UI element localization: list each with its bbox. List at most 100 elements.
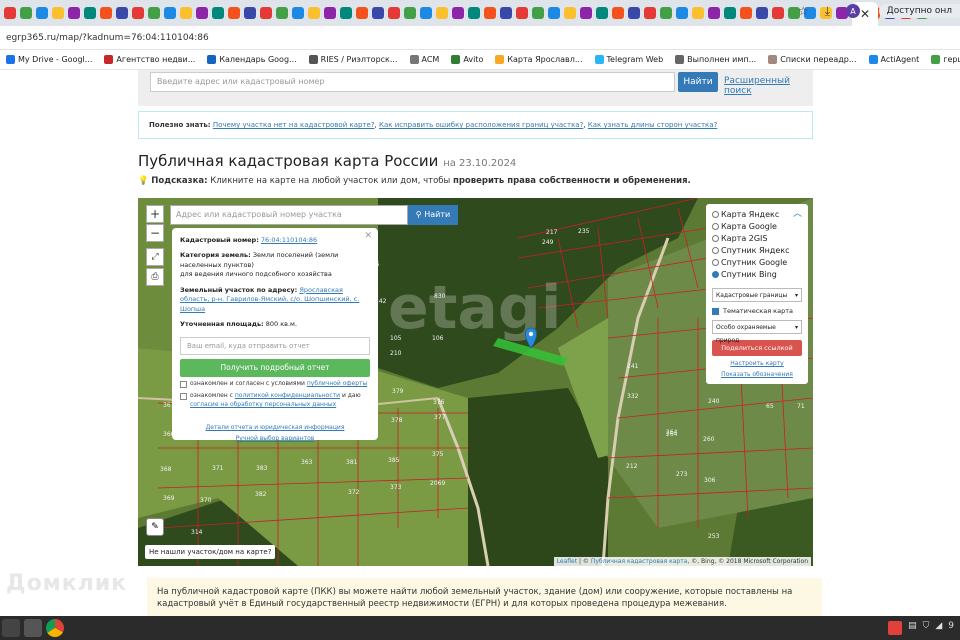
tab-favicon-icon[interactable] xyxy=(100,7,112,19)
bookmark-item[interactable]: Выполнен имп... xyxy=(675,55,756,64)
app-menu-icon[interactable] xyxy=(2,619,20,637)
bookmark-item[interactable]: Avito xyxy=(451,55,483,64)
bookmark-item[interactable]: Календарь Goog... xyxy=(207,55,297,64)
available-offline-button[interactable]: Доступно онл xyxy=(878,4,960,18)
profile-avatar[interactable]: A xyxy=(846,4,860,18)
shield-icon[interactable]: ⛉ xyxy=(923,621,930,635)
report-details-link[interactable]: Детали отчета и юридическая информация xyxy=(206,424,345,431)
configure-map-link[interactable]: Настроить карту xyxy=(712,360,802,367)
tab-favicon-icon[interactable] xyxy=(228,7,240,19)
tab-favicon-icon[interactable] xyxy=(628,7,640,19)
map-find-button[interactable]: ⚲ Найти xyxy=(408,205,458,225)
tab-favicon-icon[interactable] xyxy=(36,7,48,19)
tab-favicon-icon[interactable] xyxy=(644,7,656,19)
tab-favicon-icon[interactable] xyxy=(468,7,480,19)
offer-checkbox-row[interactable]: ознакомлен и согласен с условиями публич… xyxy=(180,380,370,389)
tab-favicon-icon[interactable] xyxy=(180,7,192,19)
tab-favicon-icon[interactable] xyxy=(356,7,368,19)
cadastral-map[interactable]: etagi 2972762762751452172492352747524268… xyxy=(138,198,813,566)
tab-favicon-icon[interactable] xyxy=(372,7,384,19)
tab-favicon-icon[interactable] xyxy=(260,7,272,19)
radio-icon[interactable] xyxy=(712,258,719,266)
tab-favicon-icon[interactable] xyxy=(612,7,624,19)
chrome-icon[interactable] xyxy=(46,619,64,637)
layer-option[interactable]: Карта Яндекс xyxy=(712,208,802,220)
tab-favicon-icon[interactable] xyxy=(4,7,16,19)
bookmark-item[interactable]: My Drive - Googl... xyxy=(6,55,92,64)
info-link-fix[interactable]: Как исправить ошибку расположения границ… xyxy=(379,121,583,129)
network-icon[interactable]: ◢ xyxy=(935,621,942,635)
bookmark-item[interactable]: Списки переадр... xyxy=(768,55,857,64)
tab-favicon-icon[interactable] xyxy=(20,7,32,19)
bookmark-item[interactable]: Агентство недви... xyxy=(104,55,195,64)
get-report-button[interactable]: Получить подробный отчет xyxy=(180,359,370,378)
zoom-out-button[interactable]: − xyxy=(146,224,164,242)
thematic-checkbox[interactable] xyxy=(712,307,719,315)
tab-favicon-icon[interactable] xyxy=(516,7,528,19)
tab-favicon-icon[interactable] xyxy=(292,7,304,19)
tab-favicon-icon[interactable] xyxy=(548,7,560,19)
bookmark-item[interactable]: RIES / Риэлторск... xyxy=(308,55,398,64)
manual-select-link[interactable]: Ручной выбор вариантов xyxy=(236,435,315,442)
address-url[interactable]: egrp365.ru/map/?kadnum=76:04:110104:86 xyxy=(6,33,209,43)
privacy-checkbox-row[interactable]: ознакомлен с политикой конфиденциальност… xyxy=(180,392,370,409)
tab-favicon-icon[interactable] xyxy=(196,7,208,19)
tab-favicon-icon[interactable] xyxy=(132,7,144,19)
layer-option[interactable]: Спутник Google xyxy=(712,256,802,268)
radio-icon[interactable] xyxy=(712,222,719,230)
download-icon[interactable]: ⤓ xyxy=(825,4,830,19)
map-search-input[interactable]: Адрес или кадастровый номер участка xyxy=(170,205,408,225)
consent-link[interactable]: согласие на обработку персональных данны… xyxy=(190,401,336,408)
bookmark-item[interactable]: герцена - Купить... xyxy=(931,55,960,64)
tab-favicon-icon[interactable] xyxy=(756,7,768,19)
tab-favicon-icon[interactable] xyxy=(740,7,752,19)
share-link-button[interactable]: Поделиться ссылкой xyxy=(712,340,802,356)
tab-favicon-icon[interactable] xyxy=(500,7,512,19)
tab-favicon-icon[interactable] xyxy=(212,7,224,19)
tab-favicon-icon[interactable] xyxy=(420,7,432,19)
tab-favicon-icon[interactable] xyxy=(84,7,96,19)
tab-favicon-icon[interactable] xyxy=(68,7,80,19)
close-icon[interactable]: ✕ xyxy=(364,230,372,243)
terminal-icon[interactable] xyxy=(24,619,42,637)
info-link-missing[interactable]: Почему участка нет на кадастровой карте? xyxy=(213,121,375,129)
bookmark-item[interactable]: ActiAgent xyxy=(868,55,919,64)
tab-favicon-icon[interactable] xyxy=(532,7,544,19)
offer-link[interactable]: публичной оферты xyxy=(307,380,367,387)
tab-favicon-icon[interactable] xyxy=(452,7,464,19)
radio-icon[interactable] xyxy=(712,234,719,242)
tab-favicon-icon[interactable] xyxy=(692,7,704,19)
protected-areas-select[interactable]: Особо охраняемые природ ▾ xyxy=(712,320,802,344)
info-link-lengths[interactable]: Как узнать длины сторон участка? xyxy=(588,121,718,129)
radio-icon[interactable] xyxy=(712,270,719,278)
search-input[interactable]: Введите адрес или кадастровый номер xyxy=(150,72,675,92)
tab-favicon-icon[interactable] xyxy=(244,7,256,19)
bookmark-item[interactable]: Telegram Web xyxy=(594,55,663,64)
layer-option[interactable]: Спутник Яндекс xyxy=(712,244,802,256)
offer-checkbox[interactable] xyxy=(180,381,187,389)
tab-favicon-icon[interactable] xyxy=(164,7,176,19)
tab-favicon-icon[interactable] xyxy=(708,7,720,19)
tab-favicon-icon[interactable] xyxy=(484,7,496,19)
zoom-in-button[interactable]: + xyxy=(146,205,164,223)
layer-option[interactable]: Карта Google xyxy=(712,220,802,232)
tab-favicon-icon[interactable] xyxy=(580,7,592,19)
tab-favicon-icon[interactable] xyxy=(324,7,336,19)
pkk-link[interactable]: Публичная кадастровая карта xyxy=(591,558,688,565)
address-bar[interactable]: egrp365.ru/map/?kadnum=76:04:110104:86 xyxy=(0,26,960,50)
tab-favicon-icon[interactable] xyxy=(116,7,128,19)
layer-option[interactable]: Спутник Bing xyxy=(712,268,802,280)
find-button[interactable]: Найти xyxy=(678,72,718,92)
tab-favicon-icon[interactable] xyxy=(772,7,784,19)
tab-favicon-icon[interactable] xyxy=(388,7,400,19)
tab-favicon-icon[interactable] xyxy=(340,7,352,19)
chevron-up-icon[interactable]: ︿ xyxy=(793,206,802,219)
radio-icon[interactable] xyxy=(712,246,719,254)
tray-app-icon[interactable] xyxy=(888,621,903,635)
privacy-checkbox[interactable] xyxy=(180,393,187,401)
clipboard-icon[interactable]: ▤ xyxy=(908,621,917,635)
tab-favicon-icon[interactable] xyxy=(52,7,64,19)
tab-favicon-icon[interactable] xyxy=(564,7,576,19)
tab-favicon-icon[interactable] xyxy=(596,7,608,19)
radio-icon[interactable] xyxy=(712,210,719,218)
